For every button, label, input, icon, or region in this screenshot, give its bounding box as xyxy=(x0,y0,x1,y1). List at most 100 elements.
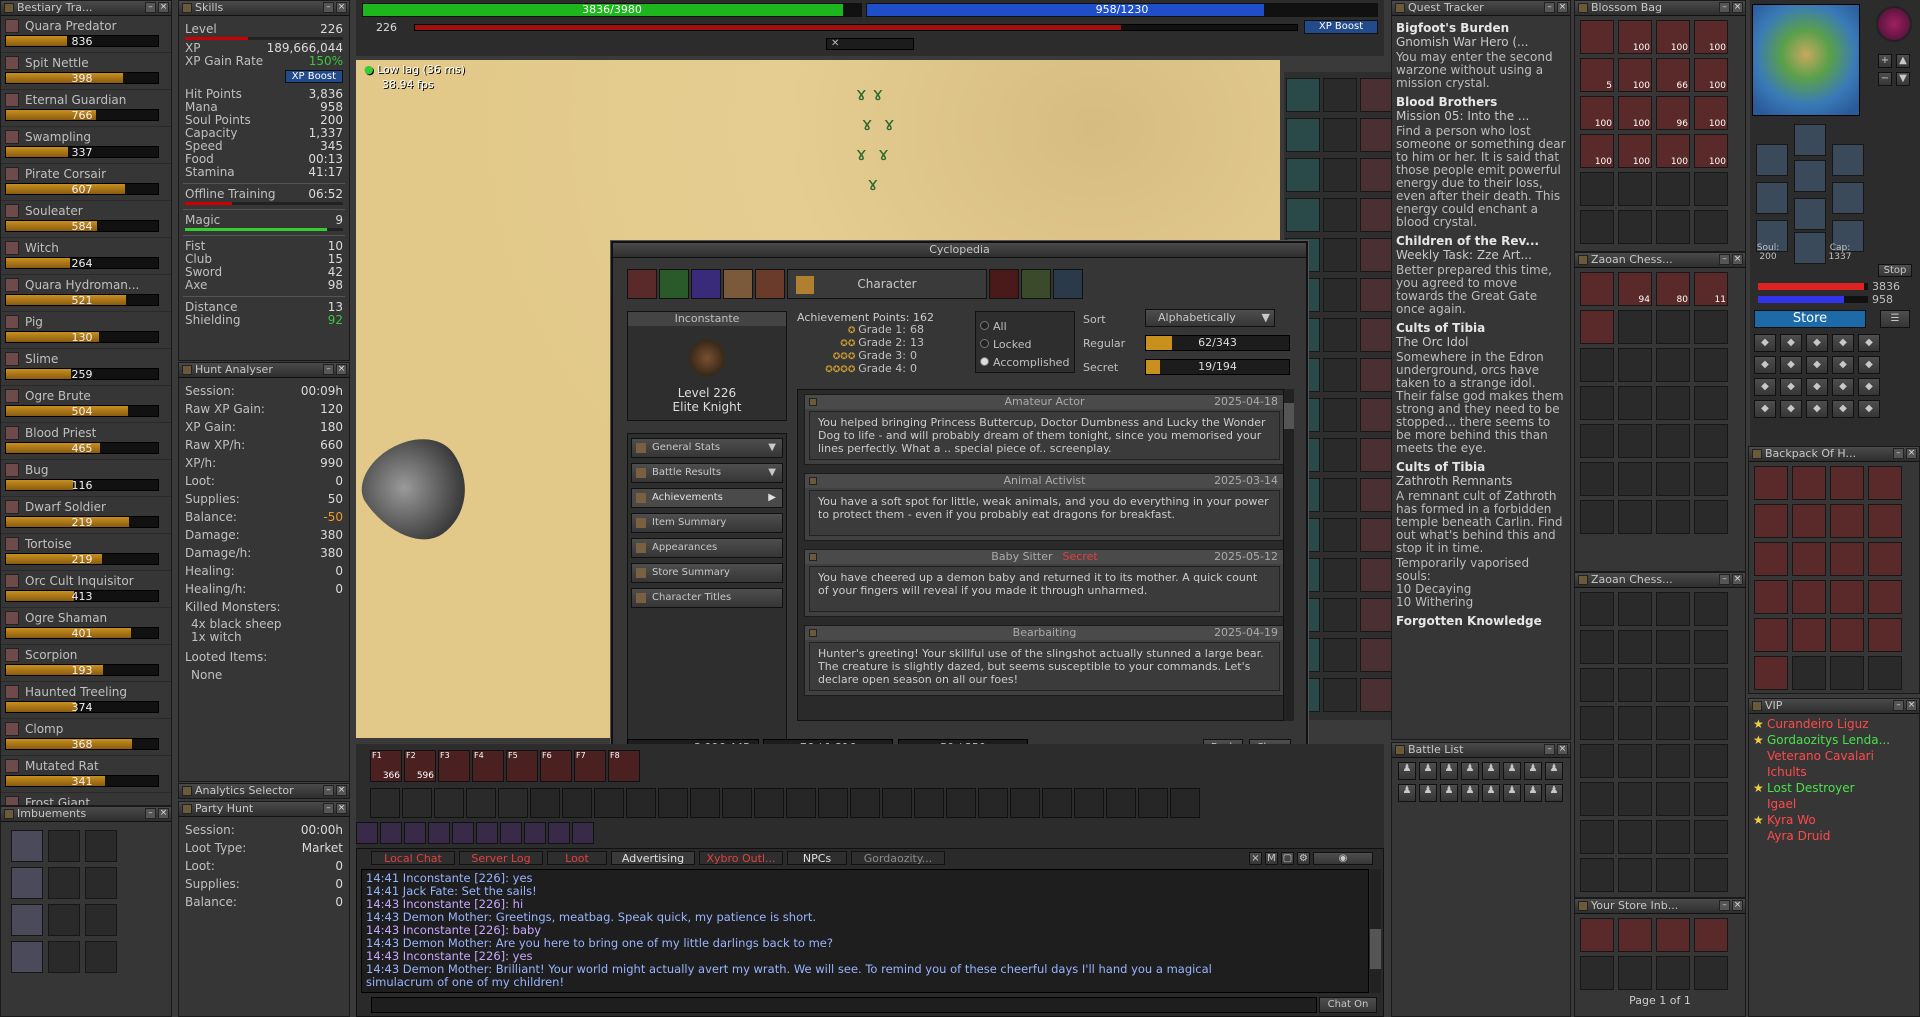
container-item[interactable] xyxy=(1754,504,1788,538)
container-empty-slot[interactable] xyxy=(1694,858,1728,892)
side-action-slot[interactable] xyxy=(1360,158,1394,192)
imbuement-empty-slot[interactable] xyxy=(85,830,117,862)
side-action-slot[interactable] xyxy=(1323,438,1357,472)
container-empty-slot[interactable] xyxy=(1694,172,1728,206)
hotkey-slot[interactable]: F3 xyxy=(438,750,470,782)
minimize-button[interactable]: – xyxy=(1719,574,1730,585)
control-button-icon[interactable]: ◆ xyxy=(1780,378,1802,396)
control-button-icon[interactable]: ◆ xyxy=(1806,334,1828,352)
container-empty-slot[interactable] xyxy=(1618,744,1652,778)
vip-entry[interactable]: ★ Curandeiro Liguz xyxy=(1749,716,1919,732)
action-slot[interactable] xyxy=(1138,788,1168,818)
container-empty-slot[interactable] xyxy=(1580,592,1614,626)
quest-entry[interactable]: Temporarily vaporised souls: 10 Decaying… xyxy=(1392,557,1570,609)
control-button-icon[interactable]: ◆ xyxy=(1858,334,1880,352)
action-slot[interactable] xyxy=(402,788,432,818)
container-empty-slot[interactable] xyxy=(1868,656,1902,690)
container-empty-slot[interactable] xyxy=(1694,956,1728,990)
hotkey-slot[interactable]: F2 596 xyxy=(404,750,436,782)
container-item[interactable] xyxy=(1792,504,1826,538)
container-item[interactable] xyxy=(1754,542,1788,576)
chat-tab-local-chat[interactable]: Local Chat xyxy=(371,851,455,865)
battle-list-title-bar[interactable]: Battle List – × xyxy=(1392,743,1570,758)
side-action-slot[interactable] xyxy=(1360,278,1394,312)
container-item[interactable] xyxy=(1694,918,1728,952)
achievements-scrollbar[interactable] xyxy=(1283,389,1294,721)
minimize-button[interactable]: – xyxy=(1893,700,1904,711)
bestiary-item[interactable]: Tortoise 219 xyxy=(1,534,171,571)
minimize-button[interactable]: – xyxy=(1719,254,1730,265)
skills-title-bar[interactable]: Skills – × xyxy=(179,1,349,16)
hotkey-slot[interactable]: F5 xyxy=(506,750,538,782)
container-item[interactable] xyxy=(1868,504,1902,538)
message-icon[interactable]: M xyxy=(1265,852,1278,865)
filter-accomplished[interactable]: Accomplished xyxy=(980,354,1070,372)
control-button-icon[interactable]: ◆ xyxy=(1832,400,1854,418)
zaoan-chest-title-bar-1[interactable]: Zaoan Chess... – × xyxy=(1575,253,1745,268)
action-slot[interactable] xyxy=(914,788,944,818)
container-empty-slot[interactable] xyxy=(1580,210,1614,244)
imbuement-empty-slot[interactable] xyxy=(48,904,80,936)
imbuement-item-icon[interactable] xyxy=(11,941,43,973)
quest-entry[interactable]: Cults of Tibia The Orc Idol Somewhere in t… xyxy=(1392,321,1570,455)
minimize-button[interactable]: – xyxy=(1893,448,1904,459)
side-action-slot[interactable] xyxy=(1286,198,1320,232)
side-action-slot[interactable] xyxy=(1323,238,1357,272)
imbuement-item-icon[interactable] xyxy=(11,830,43,862)
minimize-button[interactable]: – xyxy=(145,2,156,13)
bestiary-item[interactable]: Haunted Treeling 374 xyxy=(1,682,171,719)
chat-input[interactable] xyxy=(371,997,1317,1013)
close-button[interactable]: × xyxy=(336,2,347,13)
container-empty-slot[interactable] xyxy=(1580,462,1614,496)
container-item[interactable]: 100 xyxy=(1694,58,1728,92)
achievement-entry[interactable]: Amateur Actor 2025-04-18 You helped bringi… xyxy=(804,394,1285,465)
zaoan-chest-title-bar-2[interactable]: Zaoan Chess... – × xyxy=(1575,573,1745,588)
battle-filter-icon[interactable]: ♟ xyxy=(1419,784,1437,802)
bestiary-item[interactable]: Pig 130 xyxy=(1,312,171,349)
container-item[interactable] xyxy=(1792,618,1826,652)
minimize-button[interactable]: – xyxy=(145,808,156,819)
equipment-slot[interactable] xyxy=(1832,144,1864,176)
action-slot[interactable] xyxy=(498,788,528,818)
equipment-slot[interactable] xyxy=(1794,232,1826,264)
achievement-entry[interactable]: Animal Activist 2025-03-14 You have a soft… xyxy=(804,473,1285,541)
side-action-slot[interactable] xyxy=(1323,638,1357,672)
container-empty-slot[interactable] xyxy=(1618,500,1652,534)
minimize-button[interactable]: – xyxy=(1544,744,1555,755)
control-button-icon[interactable]: ◆ xyxy=(1754,400,1776,418)
container-item[interactable] xyxy=(1830,542,1864,576)
vip-entry[interactable]: ★ Kyra Wo xyxy=(1749,812,1919,828)
container-empty-slot[interactable] xyxy=(1580,172,1614,206)
side-action-slot[interactable] xyxy=(1323,78,1357,112)
menu-item-appearances[interactable]: Appearances xyxy=(631,538,783,558)
container-empty-slot[interactable] xyxy=(1656,500,1690,534)
minimize-button[interactable]: – xyxy=(1719,900,1730,911)
container-empty-slot[interactable] xyxy=(1656,348,1690,382)
side-action-slot[interactable] xyxy=(1323,678,1357,712)
container-empty-slot[interactable] xyxy=(1694,782,1728,816)
container-empty-slot[interactable] xyxy=(1580,744,1614,778)
equipment-slot[interactable] xyxy=(1756,182,1788,214)
container-item[interactable]: 96 xyxy=(1656,96,1690,130)
chat-tab-npcs[interactable]: NPCs xyxy=(787,851,847,865)
quest-entry[interactable]: Forgotten Knowledge xyxy=(1392,614,1570,628)
container-empty-slot[interactable] xyxy=(1656,386,1690,420)
spell-slot[interactable] xyxy=(548,822,570,844)
container-item[interactable] xyxy=(1580,310,1614,344)
container-empty-slot[interactable] xyxy=(1656,462,1690,496)
container-empty-slot[interactable] xyxy=(1618,782,1652,816)
quest-tracker-title-bar[interactable]: Quest Tracker – × xyxy=(1392,1,1570,16)
action-slot[interactable] xyxy=(722,788,752,818)
container-item[interactable] xyxy=(1656,918,1690,952)
hunt-analyser-title-bar[interactable]: Hunt Analyser – × xyxy=(179,363,349,378)
xp-boost-status-button[interactable]: XP Boost xyxy=(1304,20,1378,34)
action-slot[interactable] xyxy=(690,788,720,818)
close-button[interactable]: × xyxy=(1732,900,1743,911)
battle-filter-icon[interactable]: ♟ xyxy=(1440,784,1458,802)
imbuements-title-bar[interactable]: Imbuements – × xyxy=(1,807,171,822)
container-item[interactable] xyxy=(1830,466,1864,500)
battle-filter-icon[interactable]: ♟ xyxy=(1461,762,1479,780)
control-button-icon[interactable]: ◆ xyxy=(1806,356,1828,374)
battle-filter-icon[interactable]: ♟ xyxy=(1524,762,1542,780)
control-button-icon[interactable]: ◆ xyxy=(1780,400,1802,418)
